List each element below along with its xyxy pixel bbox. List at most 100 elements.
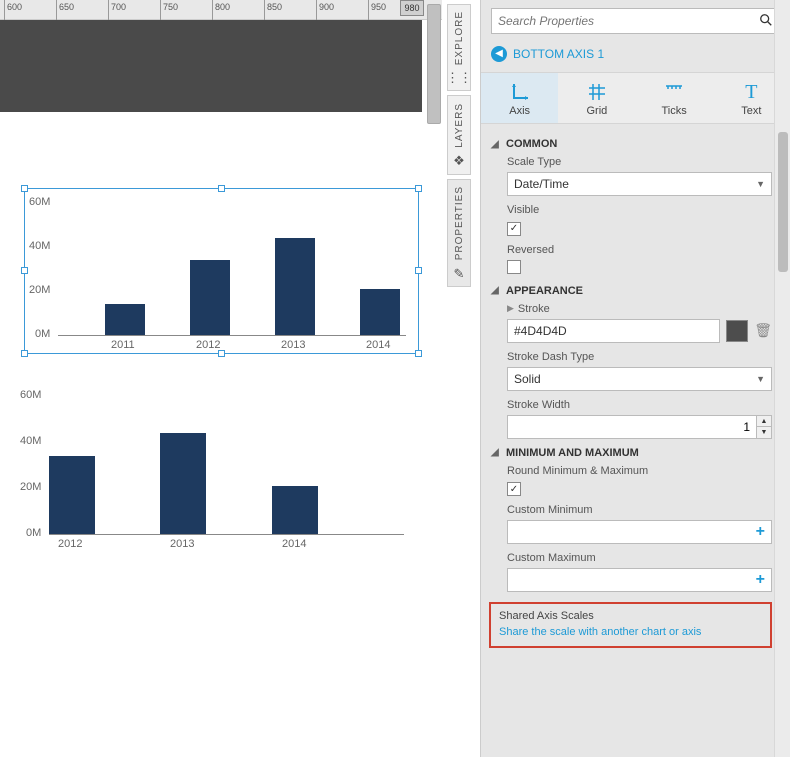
chevron-down-icon: ▼ [756,374,765,384]
group-appearance[interactable]: ◢APPEARANCE [491,285,772,297]
toolbar-axis[interactable]: Axis [481,73,558,123]
tab-layers[interactable]: LAYERS ❖ [447,95,471,175]
ruler-tick: 850 [264,0,282,20]
bar [360,289,400,335]
spinner-down-icon[interactable]: ▼ [757,427,771,438]
stroke-color-input[interactable]: #4D4D4D [507,319,720,343]
y-tick: 40M [20,435,41,447]
trash-icon[interactable]: 🗑 [754,322,772,339]
x-tick: 2013 [281,339,305,351]
reversed-checkbox[interactable] [507,260,521,274]
tab-label: LAYERS [454,103,465,148]
resize-handle[interactable] [21,350,28,357]
bar [190,260,230,335]
search-input[interactable] [498,14,759,28]
ruler-tick: 750 [160,0,178,20]
stroke-swatch[interactable] [726,320,748,342]
scale-type-label: Scale Type [507,156,772,168]
y-tick: 60M [20,389,41,401]
side-tab-strip: EXPLORE ⋮⋮ LAYERS ❖ PROPERTIES ✎ [445,0,473,757]
resize-handle[interactable] [415,267,422,274]
explore-icon: ⋮⋮ [446,71,472,84]
bar [160,433,206,534]
chart-2[interactable]: 60M 40M 20M 0M 2012 2013 2014 [20,382,415,554]
bar [272,486,318,534]
bar [105,304,145,335]
bar [49,456,95,534]
x-tick: 2013 [170,538,194,550]
ruler-cursor[interactable]: 980 [400,0,424,16]
spinner-up-icon[interactable]: ▲ [757,416,771,427]
ruler-tick: 600 [4,0,22,20]
group-common[interactable]: ◢COMMON [491,138,772,150]
chart-1[interactable]: 60M 40M 20M 0M 2011 2012 2013 2014 [24,188,419,354]
visible-checkbox[interactable]: ✓ [507,222,521,236]
tab-label: PROPERTIES [454,186,465,260]
properties-panel: ◀ BOTTOM AXIS 1 Axis Grid Ticks T Text ◢… [480,0,790,757]
tab-properties[interactable]: PROPERTIES ✎ [447,179,471,286]
expand-icon[interactable]: ▶ [507,303,514,314]
x-tick: 2012 [196,339,220,351]
text-icon: T [713,81,790,103]
y-tick: 20M [20,481,41,493]
x-tick: 2014 [366,339,390,351]
toolbar-label: Text [713,105,790,117]
toolbar-label: Grid [558,105,635,117]
group-minmax[interactable]: ◢MINIMUM AND MAXIMUM [491,447,772,459]
ruler-tick: 700 [108,0,126,20]
resize-handle[interactable] [21,185,28,192]
resize-handle[interactable] [218,350,225,357]
layers-icon: ❖ [453,154,465,167]
tab-explore[interactable]: EXPLORE ⋮⋮ [447,4,471,91]
toolbar-ticks[interactable]: Ticks [636,73,713,123]
toolbar-grid[interactable]: Grid [558,73,635,123]
canvas-scrollbar-track[interactable] [424,0,444,757]
custom-max-add[interactable]: + [507,568,772,592]
resize-handle[interactable] [415,185,422,192]
shared-axis-highlight: Shared Axis Scales Share the scale with … [489,602,772,648]
y-tick: 60M [29,196,50,208]
stroke-label: ▶Stroke [507,303,772,315]
toolbar-text[interactable]: T Text [713,73,790,123]
y-tick: 0M [26,527,41,539]
properties-scrollbar-thumb[interactable] [778,132,788,272]
shared-axis-link[interactable]: Share the scale with another chart or ax… [499,626,762,638]
breadcrumb[interactable]: ◀ BOTTOM AXIS 1 [481,42,790,72]
stroke-width-input[interactable] [507,415,757,439]
x-tick: 2011 [111,339,135,351]
ruler-tick: 900 [316,0,334,20]
y-tick: 40M [29,240,50,252]
resize-handle[interactable] [415,350,422,357]
collapse-icon: ◢ [491,139,502,150]
shared-label: Shared Axis Scales [499,610,762,622]
reversed-label: Reversed [507,244,772,256]
axis-toolbar: Axis Grid Ticks T Text [481,72,790,124]
axis-icon [481,81,558,103]
canvas-area[interactable]: 600 650 700 750 800 850 900 950 980 60M … [0,0,442,757]
dash-dropdown[interactable]: Solid▼ [507,367,772,391]
search-icon [759,13,773,30]
back-icon[interactable]: ◀ [491,46,507,62]
collapse-icon: ◢ [491,285,502,296]
y-tick: 20M [29,284,50,296]
visible-label: Visible [507,204,772,216]
chevron-down-icon: ▼ [756,179,765,189]
bar [275,238,315,335]
scale-type-dropdown[interactable]: Date/Time▼ [507,172,772,196]
custom-min-label: Custom Minimum [507,504,772,516]
custom-min-add[interactable]: + [507,520,772,544]
x-tick: 2012 [58,538,82,550]
stroke-width-spinner[interactable]: ▲▼ [757,415,772,439]
resize-handle[interactable] [218,185,225,192]
round-label: Round Minimum & Maximum [507,465,772,477]
search-input-wrapper[interactable] [491,8,780,34]
x-axis-line [58,335,406,336]
round-checkbox[interactable]: ✓ [507,482,521,496]
dash-label: Stroke Dash Type [507,351,772,363]
canvas-scrollbar-thumb[interactable] [427,4,441,124]
resize-handle[interactable] [21,267,28,274]
ruler-tick: 950 [368,0,386,20]
grid-icon [558,81,635,103]
y-tick: 0M [35,328,50,340]
x-axis-line [49,534,404,535]
